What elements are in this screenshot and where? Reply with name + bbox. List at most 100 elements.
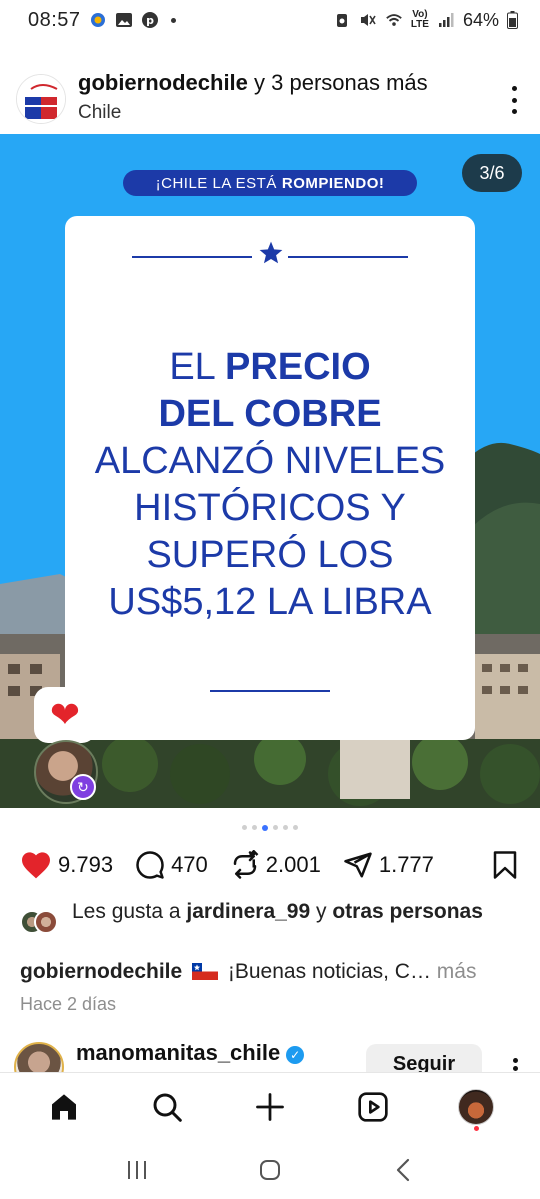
headline-line: HISTÓRICOS Y bbox=[134, 487, 406, 529]
back-button[interactable] bbox=[378, 1150, 428, 1190]
next-author-name[interactable]: manomanitas_chile ✓ bbox=[76, 1040, 305, 1066]
collab-badge-icon: ↻ bbox=[70, 774, 96, 800]
star-icon bbox=[259, 241, 283, 264]
carousel-dot-active bbox=[262, 825, 268, 831]
carousel-dot bbox=[273, 825, 278, 830]
like-button[interactable]: 9.793 bbox=[20, 850, 113, 880]
verified-badge-icon: ✓ bbox=[286, 1046, 305, 1064]
post-location[interactable]: Chile bbox=[78, 102, 428, 124]
home-system-button[interactable] bbox=[245, 1150, 295, 1190]
search-icon bbox=[153, 1093, 182, 1122]
post-author[interactable]: gobiernodechile bbox=[78, 70, 248, 95]
status-bar: 08:57 p Vo) LTE 64% bbox=[0, 0, 540, 40]
repost-icon bbox=[233, 850, 259, 879]
save-button[interactable] bbox=[492, 850, 518, 885]
heart-filled-icon bbox=[22, 852, 50, 879]
post-coauthors[interactable]: y 3 personas más bbox=[248, 70, 428, 95]
signal-icon bbox=[438, 13, 454, 27]
nav-home[interactable] bbox=[34, 1077, 94, 1137]
share-button[interactable]: 1.777 bbox=[343, 850, 434, 880]
headline-line: US$5,12 LA LIBRA bbox=[108, 581, 432, 623]
banner: ¡CHILE LA ESTÁ ROMPIENDO! bbox=[123, 170, 417, 196]
reels-icon bbox=[358, 1091, 388, 1122]
mute-icon bbox=[360, 14, 376, 26]
caption-more-link[interactable]: más bbox=[431, 960, 477, 983]
caption-text: ¡Buenas noticias, C… bbox=[227, 960, 431, 983]
more-dot bbox=[512, 1065, 518, 1071]
more-dot bbox=[511, 86, 517, 91]
nav-create[interactable] bbox=[240, 1077, 300, 1137]
system-navigation bbox=[0, 1140, 540, 1199]
nav-profile[interactable] bbox=[446, 1077, 506, 1137]
post-header: gobiernodechile y 3 personas más Chile bbox=[0, 66, 540, 130]
divider-bottom bbox=[210, 690, 330, 692]
alarm-icon bbox=[336, 14, 347, 27]
reaction-bubble[interactable]: ❤ bbox=[34, 687, 96, 743]
carousel-dot bbox=[293, 825, 298, 830]
bottom-navigation bbox=[0, 1072, 540, 1140]
more-dot bbox=[512, 1058, 518, 1063]
send-icon bbox=[344, 852, 372, 878]
volte-label: Vo) LTE bbox=[410, 9, 429, 30]
headline-line: ALCANZÓ NIVELES bbox=[94, 440, 446, 482]
author-avatar[interactable] bbox=[16, 74, 66, 124]
post-timestamp: Hace 2 días bbox=[20, 994, 117, 1014]
gallery-icon bbox=[115, 13, 132, 27]
carousel-indicator bbox=[0, 825, 540, 831]
more-dot bbox=[511, 97, 517, 103]
repost-count: 2.001 bbox=[265, 852, 321, 877]
comment-button[interactable]: 470 bbox=[135, 850, 208, 880]
wifi-icon bbox=[386, 14, 402, 26]
others-link[interactable]: otras personas bbox=[332, 900, 483, 923]
notification-dot bbox=[474, 1125, 480, 1131]
likes-text: Les gusta a jardinera_99 y otras persona… bbox=[72, 900, 483, 923]
recents-button[interactable] bbox=[112, 1150, 162, 1190]
battery-percent: 64% bbox=[462, 9, 499, 30]
carousel-dot bbox=[242, 825, 247, 830]
headline-line: SUPERÓ LOS bbox=[146, 534, 394, 576]
like-count: 9.793 bbox=[58, 852, 114, 877]
home-circle-icon bbox=[259, 1159, 280, 1180]
gobierno-logo-icon bbox=[17, 75, 65, 123]
nav-search[interactable] bbox=[137, 1077, 197, 1137]
post-author-line[interactable]: gobiernodechile y 3 personas más bbox=[78, 70, 428, 96]
status-time: 08:57 bbox=[28, 8, 81, 31]
post-options-button[interactable] bbox=[510, 86, 518, 114]
divider-left bbox=[132, 256, 252, 258]
create-icon bbox=[256, 1092, 284, 1121]
repost-button[interactable]: 2.001 bbox=[230, 850, 321, 880]
more-dot bbox=[511, 109, 517, 114]
post-actions: 9.793 470 2.001 1.777 bbox=[0, 844, 540, 886]
svg-text:p: p bbox=[146, 14, 154, 27]
post-caption[interactable]: gobiernodechile ¡Buenas noticias, C… más bbox=[20, 958, 530, 986]
slide-counter: 3/6 bbox=[462, 154, 522, 192]
share-count: 1.777 bbox=[378, 852, 434, 877]
comment-count: 470 bbox=[171, 852, 208, 877]
liker-username[interactable]: jardinera_99 bbox=[186, 900, 310, 923]
bookmark-icon bbox=[493, 851, 517, 879]
more-notifications-dot bbox=[170, 17, 176, 23]
carousel-dot bbox=[283, 825, 288, 830]
pinterest-icon: p bbox=[141, 12, 158, 28]
back-icon bbox=[397, 1158, 410, 1181]
post-image[interactable]: ¡CHILE LA ESTÁ ROMPIENDO! 3/6 EL PRECIO D… bbox=[0, 134, 540, 808]
recents-icon bbox=[127, 1160, 146, 1179]
likes-summary[interactable]: Les gusta a jardinera_99 y otras persona… bbox=[20, 898, 520, 938]
headline-line: DEL COBRE bbox=[158, 393, 382, 435]
battery-icon bbox=[507, 11, 518, 29]
nav-reels[interactable] bbox=[343, 1077, 403, 1137]
headline-line: EL PRECIO bbox=[169, 346, 371, 388]
next-post-header: manomanitas_chile ✓ Seguir bbox=[0, 1040, 540, 1092]
headline-text: EL PRECIO DEL COBRE ALCANZÓ NIVELES HIST… bbox=[65, 344, 475, 626]
liker-avatar bbox=[34, 910, 58, 934]
carousel-dot bbox=[252, 825, 257, 830]
home-icon bbox=[51, 1093, 76, 1120]
heart-emoji: ❤ bbox=[49, 694, 81, 735]
profile-avatar bbox=[458, 1088, 495, 1125]
likers-avatars bbox=[20, 910, 66, 938]
divider-right bbox=[288, 256, 408, 258]
chile-flag-icon bbox=[192, 963, 219, 980]
comment-icon bbox=[136, 851, 164, 879]
app-notification-icon bbox=[90, 13, 105, 27]
caption-username[interactable]: gobiernodechile bbox=[20, 960, 182, 983]
